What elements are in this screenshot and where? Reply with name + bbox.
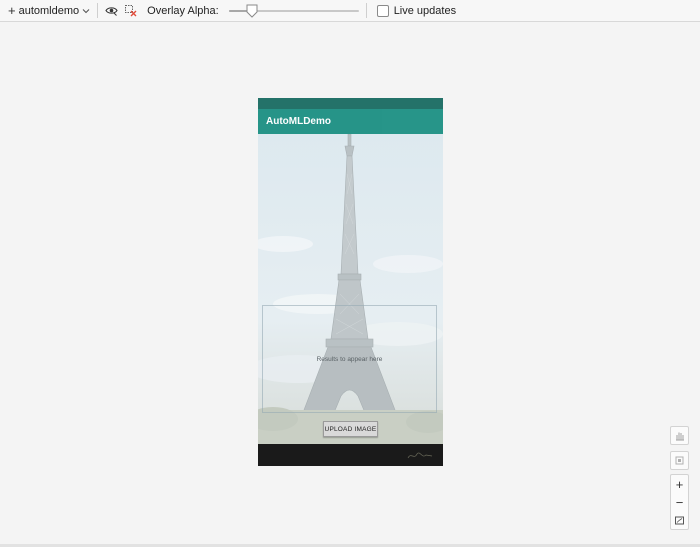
navigation-bar — [258, 444, 443, 466]
live-updates-label: Live updates — [393, 4, 457, 17]
device-preview[interactable]: AutoMLDemo Results to appear here UPLOAD… — [258, 98, 443, 466]
chevron-down-icon — [82, 8, 90, 13]
overlay-alpha-label: Overlay Alpha: — [147, 4, 219, 17]
app-title: AutoMLDemo — [266, 116, 331, 127]
plus-icon: + — [8, 3, 16, 18]
process-selector[interactable]: + automldemo — [0, 0, 90, 21]
live-updates-checkbox[interactable] — [376, 4, 389, 17]
signature-mark — [407, 452, 433, 459]
hand-icon[interactable] — [670, 426, 689, 445]
slider-thumb[interactable] — [245, 4, 259, 18]
fit-screen-icon[interactable] — [671, 511, 688, 529]
toolbar-separator — [97, 3, 99, 18]
layout-icon[interactable] — [670, 451, 689, 470]
eye-icon[interactable] — [104, 4, 118, 18]
upload-image-button[interactable]: UPLOAD IMAGE — [323, 421, 378, 437]
status-bar — [258, 98, 443, 109]
toolbar-separator — [365, 3, 367, 18]
results-placeholder: Results to appear here — [316, 355, 383, 363]
zoom-controls: + − — [670, 474, 689, 530]
results-box: Results to appear here — [262, 305, 437, 413]
overlay-alpha-slider[interactable] — [228, 4, 359, 18]
overlay-clear-icon[interactable] — [123, 4, 137, 18]
app-bar: AutoMLDemo — [258, 109, 443, 134]
zoom-in-button[interactable]: + — [671, 475, 688, 493]
zoom-out-button[interactable]: − — [671, 493, 688, 511]
toolbar: + automldemo Overlay Alpha: Live updates — [0, 0, 700, 22]
process-label: automldemo — [18, 4, 80, 17]
